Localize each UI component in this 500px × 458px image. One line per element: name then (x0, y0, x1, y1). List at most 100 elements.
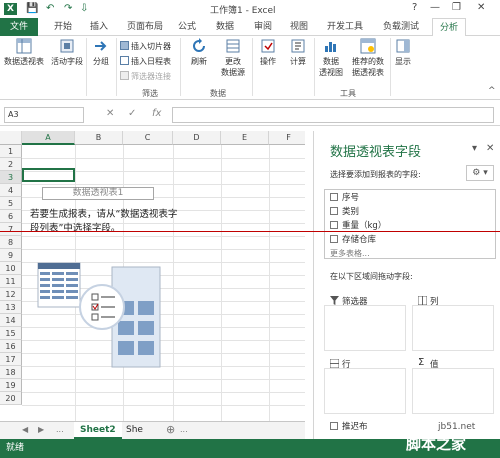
column-header[interactable]: E (221, 131, 269, 145)
tab-insert[interactable]: 插入 (84, 18, 114, 36)
tab-view[interactable]: 视图 (284, 18, 314, 36)
refresh-button[interactable]: 刷新 (186, 38, 212, 67)
rows-drop-zone[interactable] (324, 368, 406, 414)
tab-formulas[interactable]: 公式 (172, 18, 202, 36)
active-field-button[interactable]: 活动字段 (48, 38, 86, 67)
actions-button[interactable]: 操作 (254, 38, 282, 67)
checkbox[interactable] (330, 422, 338, 430)
row-header[interactable]: 9 (0, 249, 22, 262)
pivot-table-button[interactable]: 数据透视表 (2, 38, 46, 67)
row-header[interactable]: 3 (0, 171, 22, 184)
checkbox[interactable] (330, 193, 338, 201)
sheet-nav-next-icon[interactable]: ▶ (38, 425, 44, 434)
row-header[interactable]: 16 (0, 340, 22, 353)
column-header[interactable]: B (75, 131, 123, 145)
tab-load-test[interactable]: 负载测试 (376, 18, 426, 36)
active-field-icon (60, 39, 74, 53)
column-header[interactable]: D (173, 131, 221, 145)
insert-function-icon[interactable]: fx (152, 108, 161, 119)
add-sheet-icon[interactable]: ⊕ (166, 423, 175, 436)
change-source-button[interactable]: 更改 数据源 (216, 38, 250, 78)
filter-connections-button[interactable]: 筛选器连接 (120, 71, 171, 82)
redo-icon[interactable]: ↷ (64, 3, 72, 15)
tab-developer[interactable]: 开发工具 (320, 18, 370, 36)
show-button[interactable]: 显示 (392, 38, 414, 67)
row-header[interactable]: 5 (0, 197, 22, 210)
show-icon (396, 39, 410, 53)
row-header[interactable]: 8 (0, 236, 22, 249)
row-header[interactable]: 7 (0, 223, 22, 236)
undo-icon[interactable]: ↶ (46, 3, 54, 15)
formula-input[interactable] (172, 107, 494, 123)
enter-icon[interactable]: ✓ (128, 108, 136, 119)
column-header[interactable]: C (123, 131, 173, 145)
customize-quick-access-icon[interactable]: ⇩ (80, 3, 88, 15)
field-item[interactable]: 存储仓库 (330, 234, 376, 247)
row-header[interactable]: 2 (0, 158, 22, 171)
columns-drop-zone[interactable] (412, 305, 494, 351)
tab-file[interactable]: 文件 (0, 18, 38, 36)
tab-data[interactable]: 数据 (210, 18, 240, 36)
row-header[interactable]: 19 (0, 379, 22, 392)
pane-settings-button[interactable]: ⚙ ▾ (466, 165, 494, 181)
insert-timeline-label: 插入日程表 (131, 57, 171, 66)
row-header[interactable]: 20 (0, 392, 22, 405)
row-header[interactable]: 4 (0, 184, 22, 197)
timeline-icon (120, 56, 129, 65)
row-header[interactable]: 10 (0, 262, 22, 275)
sheet-scroll-more[interactable]: ... (180, 425, 188, 434)
row-header[interactable]: 17 (0, 353, 22, 366)
recommended-pivot-button[interactable]: 推荐的数 据透视表 (348, 38, 388, 78)
pane-close-icon[interactable]: ✕ (486, 143, 494, 154)
pivot-chart-button[interactable]: 数据 透视图 (316, 38, 346, 78)
column-header[interactable]: A (22, 131, 75, 145)
defer-layout-update[interactable]: 推迟布 (330, 420, 368, 432)
group-button[interactable]: 分组 (88, 38, 114, 67)
row-header[interactable]: 14 (0, 314, 22, 327)
active-cell[interactable] (22, 168, 75, 182)
restore-button[interactable]: ❐ (452, 2, 461, 13)
more-tables-link[interactable]: 更多表格... (330, 248, 370, 258)
calculations-button[interactable]: 计算 (284, 38, 312, 67)
row-header[interactable]: 6 (0, 210, 22, 223)
values-drop-zone[interactable] (412, 368, 494, 414)
tab-page-layout[interactable]: 页面布局 (120, 18, 170, 36)
pivot-table-label: 数据透视表 (4, 57, 44, 66)
tab-analyze[interactable]: 分析 (432, 18, 466, 37)
close-button[interactable]: ✕ (477, 2, 485, 13)
sheet-tab-sheet2[interactable]: Sheet2 (74, 422, 122, 439)
checkbox[interactable] (330, 207, 338, 215)
cancel-icon[interactable]: ✕ (106, 108, 114, 119)
row-header[interactable]: 15 (0, 327, 22, 340)
pane-options-icon[interactable]: ▾ (472, 143, 477, 154)
sheet-tab-sheet[interactable]: She (120, 422, 149, 439)
checkbox[interactable] (330, 235, 338, 243)
minimize-button[interactable]: — (430, 2, 440, 13)
filters-drop-zone[interactable] (324, 305, 406, 351)
row-header[interactable]: 11 (0, 275, 22, 288)
field-item[interactable]: 类别 (330, 206, 359, 219)
insert-slicer-button[interactable]: 插入切片器 (120, 41, 171, 52)
row-header[interactable]: 1 (0, 145, 22, 158)
tab-review[interactable]: 审阅 (248, 18, 278, 36)
pivot-table-placeholder[interactable]: 数据透视表1 (42, 187, 154, 200)
select-all-corner[interactable] (0, 131, 22, 145)
row-header[interactable]: 18 (0, 366, 22, 379)
field-item[interactable]: 序号 (330, 192, 359, 205)
worksheet-grid[interactable]: A B C D E F 1 2 3 4 5 6 7 8 9 10 11 12 1… (0, 131, 305, 421)
collapse-ribbon-icon[interactable]: ^ (488, 86, 496, 96)
red-guide-line (0, 231, 500, 232)
insert-timeline-button[interactable]: 插入日程表 (120, 56, 171, 67)
row-header[interactable]: 13 (0, 301, 22, 314)
column-header[interactable]: F (269, 131, 305, 145)
save-icon[interactable]: 💾 (26, 3, 38, 15)
tab-home[interactable]: 开始 (48, 18, 78, 36)
sheet-nav-more[interactable]: ... (56, 425, 64, 434)
name-box[interactable]: A3 (4, 107, 84, 123)
help-button[interactable]: ? (412, 2, 417, 13)
change-source-label-2: 数据源 (221, 68, 245, 77)
row-header[interactable]: 12 (0, 288, 22, 301)
sheet-nav-prev-icon[interactable]: ◀ (22, 425, 28, 434)
gridline (22, 392, 305, 393)
checkbox[interactable] (330, 221, 338, 229)
